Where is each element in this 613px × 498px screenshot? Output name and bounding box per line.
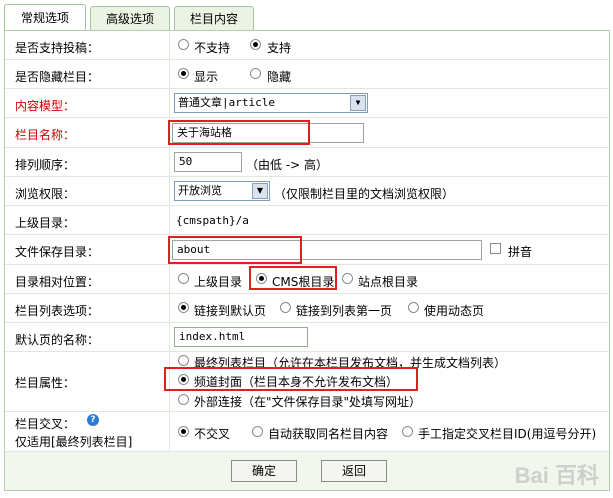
contribute-no-radio[interactable] [178,39,189,50]
attribute-cell: 最终列表栏目（允许在本栏目发布文档，并生成文档列表） 频道封面（栏目本身不允许发… [164,352,506,411]
highlight-box [168,236,302,264]
list-dynamic-radio[interactable] [408,302,419,313]
pinyin-label: 拼音 [508,245,533,259]
parent-dir-value: {cmspath}/a [176,214,249,227]
contribute-cell: 不支持 支持 [169,31,291,59]
attr-external-radio[interactable] [178,394,189,405]
highlight-box [164,367,418,391]
default-page-cell: index.html [169,323,308,351]
relpos-site-label: 站点根目录 [358,275,419,289]
help-icon[interactable]: ? [87,414,99,426]
order-label: 排列顺序： [15,158,76,172]
list-first-radio[interactable] [280,302,291,313]
row-model: 内容模型： 普通文章|article ▼ [5,89,609,118]
cross-label: 栏目交叉： [15,417,76,431]
permission-hint: （仅限制栏目里的文档浏览权限） [274,187,455,201]
list-dynamic-label: 使用动态页 [424,304,485,318]
attr-final-radio[interactable] [178,355,189,366]
contribute-label: 是否支持投稿： [15,41,100,55]
row-hidden: 是否隐藏栏目： 显示 隐藏 [5,60,609,89]
row-contribute: 是否支持投稿： 不支持 支持 [5,31,609,60]
list-default-label: 链接到默认页 [194,304,267,318]
list-option-cell: 链接到默认页 链接到列表第一页 使用动态页 [169,294,484,322]
contribute-yes-label: 支持 [267,41,292,55]
cross-none-label: 不交叉 [194,427,231,441]
list-first-label: 链接到列表第一页 [296,304,393,318]
model-label: 内容模型： [15,99,76,113]
row-list-option: 栏目列表选项： 链接到默认页 链接到列表第一页 使用动态页 [5,294,609,323]
tab-content[interactable]: 栏目内容 [174,6,254,30]
dropdown-arrow-icon: ▼ [252,183,268,199]
relpos-site-radio[interactable] [342,273,353,284]
row-default-page: 默认页的名称： index.html [5,323,609,352]
relpos-parent-radio[interactable] [178,273,189,284]
cross-none-radio[interactable] [178,426,189,437]
hidden-show-label: 显示 [194,70,219,84]
category-form: 是否支持投稿： 不支持 支持 是否隐藏栏目： 显示 隐藏 内容模型： 普通文章|… [4,30,610,491]
permission-select-value: 开放浏览 [178,184,222,197]
row-attribute: 栏目属性： 最终列表栏目（允许在本栏目发布文档，并生成文档列表） 频道封面（栏目… [5,352,609,412]
order-input[interactable]: 50 [174,152,242,172]
parent-dir-label: 上级目录： [15,216,76,230]
default-page-input[interactable]: index.html [174,327,308,347]
row-permission: 浏览权限： 开放浏览 ▼ （仅限制栏目里的文档浏览权限） [5,177,609,206]
watermark: Bai 百科 [514,463,599,488]
row-parent-dir: 上级目录： {cmspath}/a [5,206,609,235]
cross-cell: 不交叉 自动获取同名栏目内容 手工指定交叉栏目ID(用逗号分开) [169,412,596,451]
row-cross: 栏目交叉： ? 仅适用[最终列表栏目] 不交叉 自动获取同名栏目内容 手工指定交… [5,412,609,452]
name-cell: 关于海站格 [168,118,364,147]
model-select-value: 普通文章|article [178,96,275,109]
cross-manual-label: 手工指定交叉栏目ID(用逗号分开) [418,427,597,441]
hidden-label: 是否隐藏栏目： [15,70,100,84]
dropdown-arrow-icon: ▼ [350,95,366,111]
cross-auto-radio[interactable] [252,426,263,437]
model-select[interactable]: 普通文章|article ▼ [174,93,368,113]
hidden-hide-radio[interactable] [250,68,261,79]
relpos-parent-label: 上级目录 [194,275,243,289]
back-button[interactable]: 返回 [321,460,387,482]
order-hint: （由低 -> 高） [246,158,329,172]
order-cell: 50 （由低 -> 高） [169,148,328,176]
attr-external-label: 外部连接（在"文件保存目录"处填写网址） [194,395,422,409]
save-dir-cell: about 拼音 [168,235,532,264]
save-dir-label: 文件保存目录： [15,245,100,259]
permission-label: 浏览权限： [15,187,76,201]
default-page-label: 默认页的名称： [15,333,100,347]
model-cell: 普通文章|article ▼ [169,89,368,117]
row-relative-position: 目录相对位置： 上级目录 CMS根目录 站点根目录 [5,265,609,294]
list-default-radio[interactable] [178,302,189,313]
row-name: 栏目名称： 关于海站格 [5,118,609,148]
highlight-box [249,266,337,290]
pinyin-checkbox[interactable] [490,243,501,254]
confirm-button[interactable]: 确定 [231,460,297,482]
list-option-label: 栏目列表选项： [15,304,100,318]
contribute-yes-radio[interactable] [250,39,261,50]
cross-sub-label: 仅适用[最终列表栏目] [15,435,133,449]
attribute-label: 栏目属性： [15,376,76,390]
hidden-hide-label: 隐藏 [267,70,292,84]
permission-cell: 开放浏览 ▼ （仅限制栏目里的文档浏览权限） [169,177,454,205]
hidden-cell: 显示 隐藏 [169,60,291,88]
cross-manual-radio[interactable] [402,426,413,437]
tab-bar: 常规选项 高级选项 栏目内容 [0,0,613,31]
permission-select[interactable]: 开放浏览 ▼ [174,181,270,201]
hidden-show-radio[interactable] [178,68,189,79]
row-order: 排列顺序： 50 （由低 -> 高） [5,148,609,177]
tab-advanced[interactable]: 高级选项 [90,6,170,30]
tab-general[interactable]: 常规选项 [4,4,86,31]
parent-dir-cell: {cmspath}/a [169,206,249,234]
contribute-no-label: 不支持 [194,41,231,55]
highlight-box [168,120,310,145]
name-label: 栏目名称： [15,128,76,142]
relative-position-label: 目录相对位置： [15,275,100,289]
relative-position-cell: 上级目录 CMS根目录 站点根目录 [169,265,418,293]
row-save-dir: 文件保存目录： about 拼音 [5,235,609,265]
cross-auto-label: 自动获取同名栏目内容 [268,427,389,441]
